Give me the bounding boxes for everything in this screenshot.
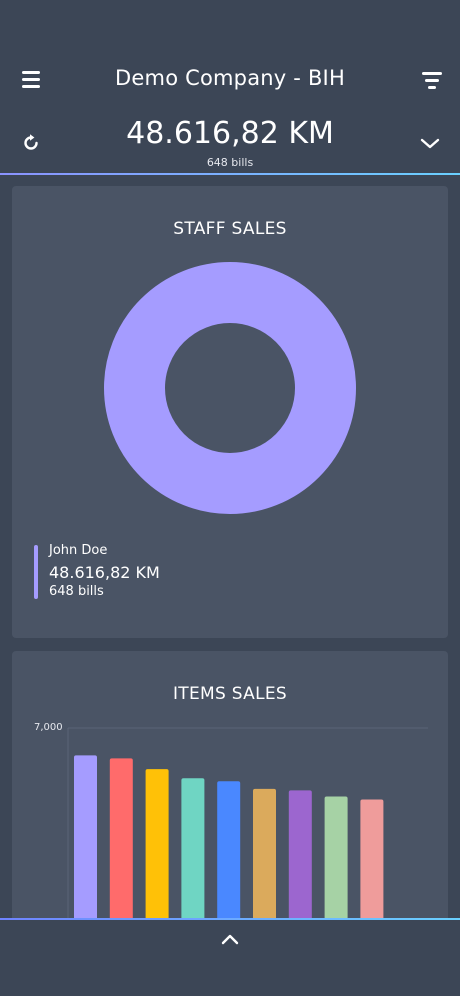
menu-icon[interactable] [20,68,42,90]
staff-sales-title: STAFF SALES [173,219,287,239]
legend-staff-bills: 648 bills [49,584,104,599]
chevron-up-icon[interactable] [218,930,242,948]
bottom-divider [0,918,460,920]
bills-count: 648 bills [206,156,254,169]
items-sales-title: ITEMS SALES [172,684,288,704]
legend-color-bar [34,545,38,599]
bar-1[interactable] [109,758,133,941]
refresh-icon[interactable] [20,132,42,154]
sales-total: 48.616,82 KM [126,116,334,151]
company-name: Demo Company - BIH [115,66,345,90]
legend-staff-name: John Doe [49,543,108,558]
chevron-down-icon[interactable] [418,132,442,154]
header-divider [0,173,460,175]
app-header: Demo Company - BIH 48.616,82 KM 648 bill… [0,0,460,174]
staff-sales-card: STAFF SALES John Doe 48.616,82 KM 648 bi… [12,186,448,638]
bar-0[interactable] [74,755,97,941]
donut-slice-0[interactable] [104,262,356,514]
staff-sales-donut-chart [104,262,356,514]
items-sales-card: ITEMS SALES 7,000 [12,651,448,941]
bar-2[interactable] [145,769,169,941]
bar-3[interactable] [181,778,205,941]
legend-staff-value: 48.616,82 KM [49,563,160,582]
items-sales-bar-chart [67,727,428,941]
filter-icon[interactable] [420,68,444,90]
